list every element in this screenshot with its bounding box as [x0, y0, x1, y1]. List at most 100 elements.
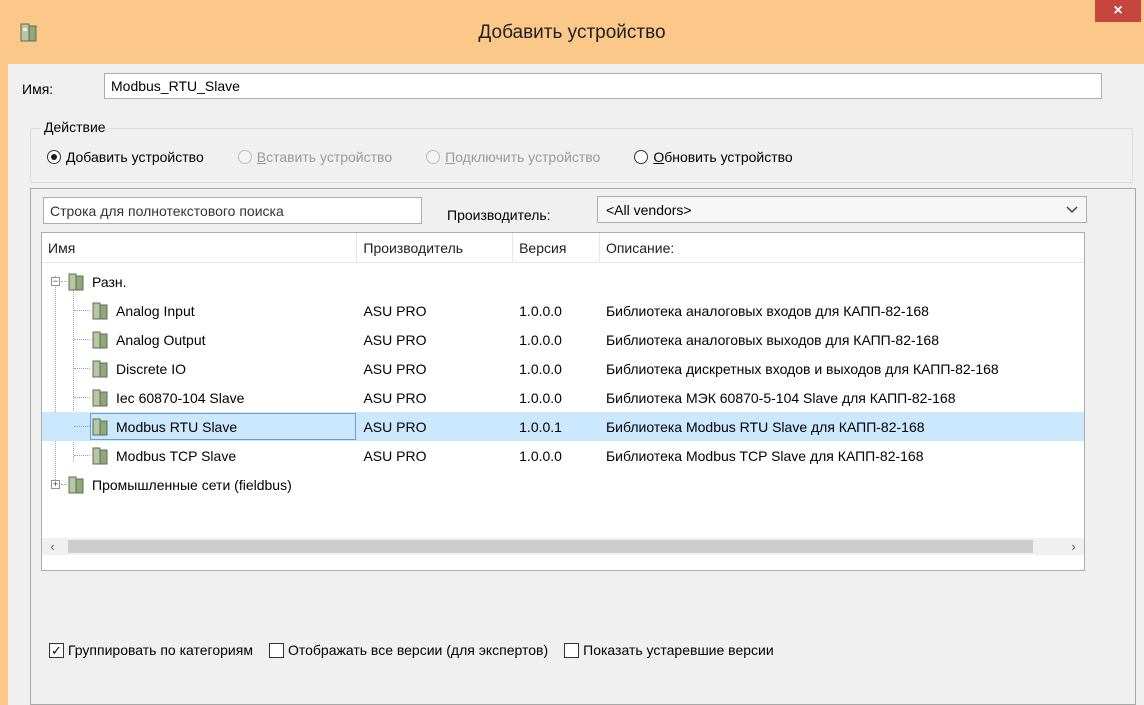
dialog-body: Имя: Modbus_RTU_Slave Действие Добавить …	[8, 64, 1144, 705]
device-version: 1.0.0.0	[519, 360, 562, 377]
device-name: Analog Input	[116, 302, 195, 319]
horizontal-scrollbar[interactable]: ‹ ›	[42, 538, 1084, 555]
show-all-versions-option[interactable]: Отображать все версии (для экспертов)	[268, 642, 549, 658]
device-panel: Строка для полнотекстового поиска Произв…	[30, 188, 1136, 705]
radio-indicator[interactable]	[634, 150, 649, 164]
device-icon	[68, 476, 84, 493]
device-version: 1.0.0.1	[519, 418, 562, 435]
chevron-down-icon	[1066, 205, 1078, 213]
dialog-title: Добавить устройство	[478, 22, 666, 43]
device-icon	[92, 389, 108, 406]
vendor-dropdown[interactable]: <All vendors>	[597, 196, 1087, 223]
device-vendor: ASU PRO	[363, 418, 427, 435]
radio-indicator	[237, 150, 252, 164]
device-description: Библиотека МЭК 60870-5-104 Slave для КАП…	[605, 389, 956, 406]
device-icon	[92, 447, 108, 464]
device-version: 1.0.0.0	[519, 447, 562, 464]
tree-group-row[interactable]: + Промышленные сети (fieldbus)	[42, 470, 1084, 499]
tree-header: Имя Производитель Версия Описание:	[42, 233, 1084, 263]
radio-mnemonic: В	[256, 149, 267, 165]
title-bar[interactable]: Добавить устройство ×	[0, 0, 1144, 64]
radio-mnemonic: О	[653, 149, 665, 165]
fulltext-search-input[interactable]: Строка для полнотекстового поиска	[43, 197, 422, 224]
device-description: Библиотека дискретных входов и выходов д…	[605, 360, 999, 377]
radio-mnemonic: П	[445, 149, 456, 165]
selection-box	[90, 413, 356, 440]
tree-line	[61, 484, 67, 485]
device-name: Analog Output	[116, 331, 206, 348]
device-description: Библиотека Modbus TCP Slave для КАПП-82-…	[605, 447, 924, 464]
tree-line	[74, 397, 90, 398]
radio-label: одключить устройство	[455, 149, 601, 165]
checkbox-label: Показать устаревшие версии	[583, 642, 774, 658]
device-description: Библиотека аналоговых выходов для КАПП-8…	[605, 331, 940, 348]
action-group: Действие Добавить устройство Вставить ус…	[30, 119, 1133, 183]
action-legend: Действие	[41, 119, 109, 135]
table-row[interactable]: Iec 60870-104 Slave ASU PRO 1.0.0.0 Библ…	[42, 383, 1084, 412]
device-description: Библиотека аналоговых входов для КАПП-82…	[605, 302, 929, 319]
device-icon	[92, 302, 108, 319]
tree-line	[61, 281, 67, 282]
group-by-category-option[interactable]: ✓ Группировать по категориям	[49, 642, 253, 658]
table-row-selected[interactable]: Modbus RTU Slave ASU PRO 1.0.0.1 Библиот…	[42, 412, 1084, 441]
device-icon	[68, 273, 84, 290]
options-row: ✓ Группировать по категориям Отображать …	[49, 642, 790, 658]
group-label: Разн.	[92, 273, 127, 290]
checkbox-label: Отображать все версии (для экспертов)	[287, 642, 549, 658]
expand-icon[interactable]: +	[51, 480, 60, 489]
device-icon	[92, 331, 108, 348]
radio-insert-device: Вставить устройство	[237, 149, 393, 165]
radio-label: обавить устройство	[75, 149, 204, 165]
radio-add-device[interactable]: Добавить устройство	[47, 149, 204, 165]
table-row[interactable]: Discrete IO ASU PRO 1.0.0.0 Библиотека д…	[42, 354, 1084, 383]
show-obsolete-versions-option[interactable]: Показать устаревшие версии	[564, 642, 774, 658]
column-header-name[interactable]: Имя	[42, 233, 358, 263]
vendor-label: Производитель:	[447, 207, 551, 223]
close-button[interactable]: ×	[1095, 0, 1141, 22]
device-version: 1.0.0.0	[519, 302, 562, 319]
table-row[interactable]: Analog Input ASU PRO 1.0.0.0 Библиотека …	[42, 296, 1084, 325]
device-version: 1.0.0.0	[519, 389, 562, 406]
scroll-right-icon[interactable]: ›	[1065, 538, 1082, 555]
action-radio-row: Добавить устройство Вставить устройство …	[47, 149, 827, 165]
radio-plug-device: Подключить устройство	[426, 149, 600, 165]
device-vendor: ASU PRO	[363, 389, 427, 406]
tree-line	[74, 310, 90, 311]
radio-update-device[interactable]: Обновить устройство	[634, 149, 793, 165]
checkmark-icon[interactable]: ✓	[49, 642, 64, 658]
device-description: Библиотека Modbus RTU Slave для КАПП-82-…	[605, 418, 925, 435]
tree-group-row[interactable]: − Разн.	[42, 267, 1084, 296]
device-name: Modbus TCP Slave	[116, 447, 237, 464]
group-label: Промышленные сети (fieldbus)	[92, 476, 292, 493]
checkbox[interactable]	[564, 642, 580, 658]
checkbox[interactable]	[268, 642, 284, 658]
scroll-left-icon[interactable]: ‹	[44, 538, 61, 555]
column-header-vendor[interactable]: Производитель	[357, 233, 514, 263]
name-label: Имя:	[22, 81, 54, 97]
tree-line	[74, 455, 90, 456]
column-header-version[interactable]: Версия	[513, 233, 600, 263]
add-device-dialog: Добавить устройство × Имя: Modbus_RTU_Sl…	[0, 0, 1144, 705]
scroll-thumb[interactable]	[68, 540, 1033, 553]
radio-mnemonic: Д	[66, 149, 76, 165]
radio-label: ставить устройство	[266, 149, 393, 165]
device-name: Iec 60870-104 Slave	[116, 389, 245, 406]
device-vendor: ASU PRO	[363, 447, 427, 464]
device-vendor: ASU PRO	[363, 331, 427, 348]
device-name: Discrete IO	[116, 360, 187, 377]
vendor-selected: <All vendors>	[606, 201, 692, 218]
name-input[interactable]: Modbus_RTU_Slave	[104, 73, 1102, 99]
radio-indicator[interactable]	[47, 150, 61, 164]
table-row[interactable]: Analog Output ASU PRO 1.0.0.0 Библиотека…	[42, 325, 1084, 354]
device-version: 1.0.0.0	[519, 331, 562, 348]
radio-label: бновить устройство	[664, 149, 793, 165]
collapse-icon[interactable]: −	[51, 277, 60, 286]
tree-line	[74, 368, 90, 369]
tree-line	[74, 339, 90, 340]
device-icon	[92, 360, 108, 377]
device-tree[interactable]: Имя Производитель Версия Описание: − Раз…	[41, 232, 1085, 571]
checkbox-label: Группировать по категориям	[68, 642, 253, 658]
radio-indicator	[426, 150, 441, 164]
column-header-description[interactable]: Описание:	[600, 233, 1084, 263]
table-row[interactable]: Modbus TCP Slave ASU PRO 1.0.0.0 Библиот…	[42, 441, 1084, 470]
